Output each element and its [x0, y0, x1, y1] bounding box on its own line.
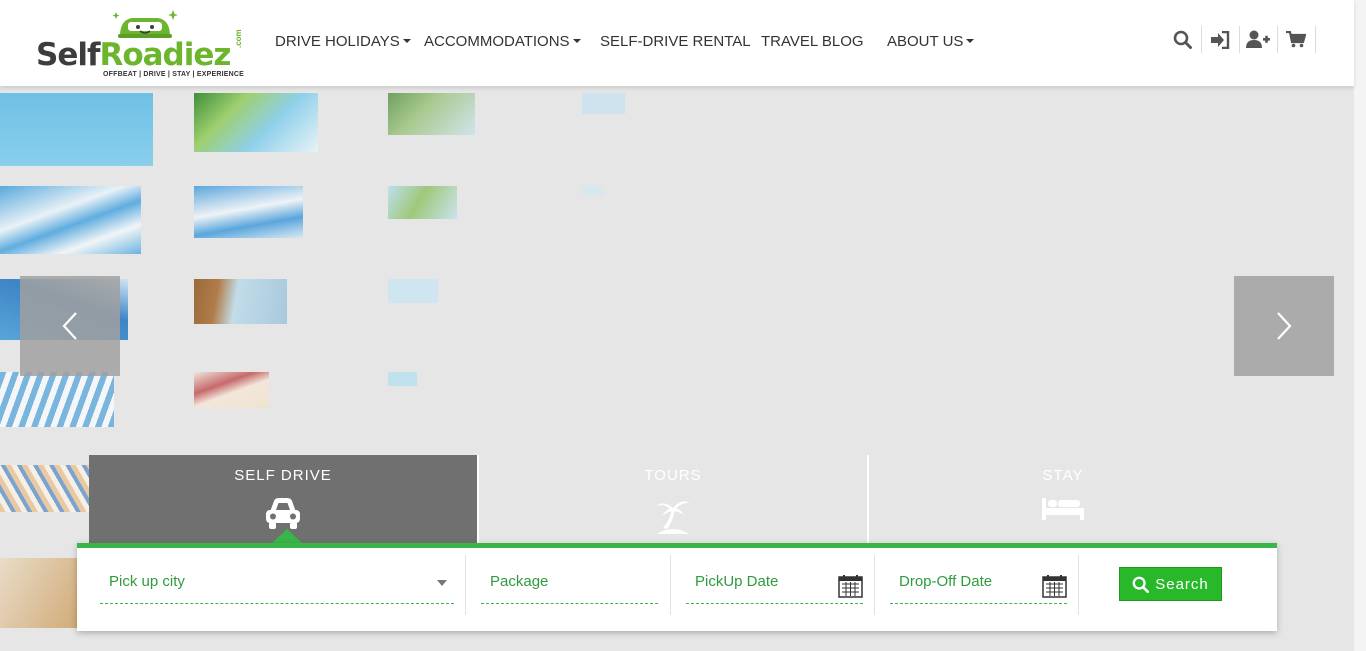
bed-icon [1042, 498, 1084, 520]
slide-tile [0, 93, 153, 166]
slide-tile [388, 372, 417, 386]
slide-tile [0, 186, 141, 254]
logo-tagline: OFFBEAT | DRIVE | STAY | EXPERIENCE [103, 71, 244, 78]
calendar-icon[interactable] [1042, 574, 1067, 598]
nav-item-travel-blog[interactable]: TRAVEL BLOG [761, 33, 864, 51]
slide-tile [0, 465, 98, 512]
tab-stay[interactable]: STAY [869, 455, 1257, 543]
tab-label: SELF DRIVE [234, 467, 332, 484]
calendar-icon[interactable] [838, 574, 863, 598]
tab-self-drive[interactable]: SELF DRIVE [89, 455, 477, 543]
car-icon [266, 498, 300, 529]
logo-wordmark: SelfRoadiez [36, 37, 231, 73]
logo-text-self: Self [36, 37, 100, 73]
divider [465, 555, 466, 615]
package-field[interactable]: Package [481, 570, 658, 604]
dropoff-date-field[interactable]: Drop-Off Date [890, 570, 1067, 604]
nav-item-drive-holidays[interactable]: DRIVE HOLIDAYS [275, 33, 411, 51]
active-tab-pointer [272, 529, 302, 543]
slide-tile [388, 186, 457, 219]
slider-next-button[interactable] [1234, 276, 1334, 376]
pickup-city-placeholder: Pick up city [109, 573, 185, 590]
nav-label: ACCOMMODATIONS [424, 33, 570, 50]
slider-prev-button[interactable] [20, 276, 120, 376]
search-icon[interactable] [1163, 26, 1201, 53]
nav-item-about-us[interactable]: ABOUT US [887, 33, 975, 51]
slide-tile [0, 558, 85, 628]
user-plus-icon[interactable] [1239, 26, 1277, 53]
nav-item-self-drive-rental[interactable]: SELF-DRIVE RENTAL [600, 33, 751, 51]
slide-tile [582, 93, 625, 114]
slide-tile [194, 186, 303, 238]
chevron-left-icon [62, 312, 77, 340]
scrollbar-track[interactable] [1354, 0, 1366, 651]
slide-tile [582, 186, 604, 196]
package-placeholder: Package [490, 573, 549, 590]
chevron-right-icon [1277, 312, 1292, 340]
slide-tile [194, 372, 269, 408]
divider [670, 555, 671, 615]
nav-label: ABOUT US [887, 33, 964, 50]
caret-down-icon [402, 39, 411, 43]
caret-down-icon [572, 39, 581, 43]
tab-label: STAY [1042, 467, 1084, 484]
nav-item-accommodations[interactable]: ACCOMMODATIONS [424, 33, 581, 51]
slide-tile [194, 93, 318, 152]
tab-tours[interactable]: TOURS [479, 455, 867, 543]
search-button-label: Search [1155, 575, 1209, 593]
caret-down-icon [966, 39, 975, 43]
divider [874, 555, 875, 615]
pickup-date-placeholder: PickUp Date [695, 573, 779, 590]
tab-label: TOURS [644, 467, 702, 484]
search-icon [1132, 576, 1150, 593]
search-button[interactable]: Search [1119, 567, 1222, 601]
site-logo[interactable]: SelfRoadiez .com OFFBEAT | DRIVE | STAY … [36, 8, 248, 82]
nav-label: SELF-DRIVE RENTAL [600, 33, 751, 50]
chevron-down-icon [437, 580, 447, 586]
cart-icon[interactable] [1277, 26, 1315, 53]
site-header: SelfRoadiez .com OFFBEAT | DRIVE | STAY … [0, 0, 1354, 86]
nav-label: TRAVEL BLOG [761, 33, 864, 50]
sign-in-icon[interactable] [1201, 26, 1239, 53]
logo-text-roadiez: Roadiez [99, 37, 231, 73]
pickup-city-select[interactable]: Pick up city [100, 570, 454, 604]
search-panel: Pick up city Package PickUp Date Drop-Of… [77, 543, 1277, 631]
slide-tile [388, 279, 438, 303]
palm-tree-icon [656, 501, 690, 534]
logo-domain-suffix: .com [234, 29, 243, 48]
divider [1078, 555, 1079, 615]
nav-label: DRIVE HOLIDAYS [275, 33, 400, 50]
search-tabs: SELF DRIVE TOURS STAY [89, 455, 1257, 543]
slide-tile [194, 279, 287, 324]
slide-tile [0, 372, 114, 427]
slide-tile [388, 93, 475, 135]
dropoff-date-placeholder: Drop-Off Date [899, 573, 993, 590]
pickup-date-field[interactable]: PickUp Date [686, 570, 863, 604]
divider [1315, 26, 1316, 53]
